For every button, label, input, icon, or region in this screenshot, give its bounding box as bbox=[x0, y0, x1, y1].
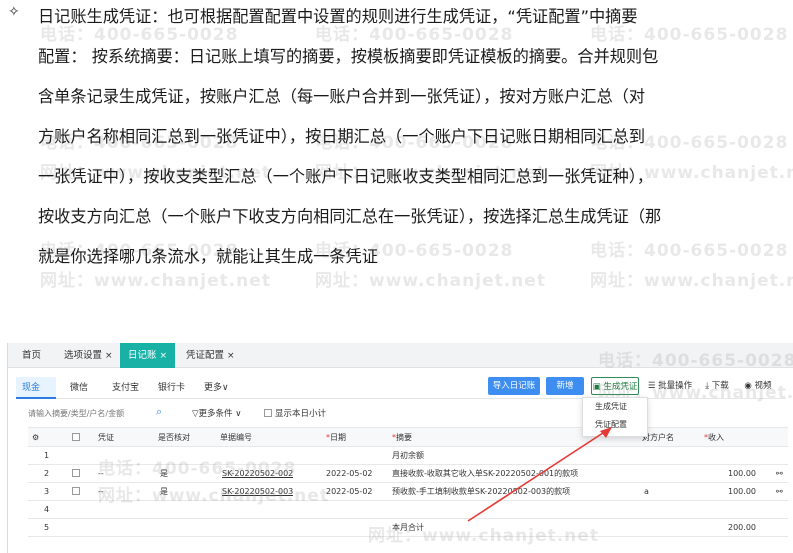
paragraph-line: 按收支方向汇总（一个账户下收支方向相同汇总在一张凭证），按选择汇总生成凭证（那 bbox=[38, 207, 662, 226]
column-header-date[interactable]: *日期 bbox=[326, 428, 346, 446]
row-checkbox[interactable] bbox=[72, 465, 83, 482]
tab-options[interactable]: 选项设置 × bbox=[56, 343, 121, 368]
more-conditions-label: 更多条件 ∨ bbox=[198, 409, 242, 419]
paragraph-line: 就是你选择哪几条流水，就能让其生成一条凭证 bbox=[38, 247, 378, 266]
close-icon[interactable]: × bbox=[227, 351, 235, 361]
column-header-voucher[interactable]: 凭证 bbox=[98, 428, 114, 446]
summary-cell: 月初余额 bbox=[392, 451, 424, 460]
bullet-icon: ✧ bbox=[8, 4, 20, 20]
import-journal-button[interactable]: 导入日记账 bbox=[488, 377, 540, 395]
row-checkbox[interactable] bbox=[72, 483, 83, 500]
description-paragraph: ✧ 日记账生成凭证：也可根据配置配置中设置的规则进行生成凭证，“凭证配置”中摘要… bbox=[8, 2, 788, 282]
income-cell: 200.00 bbox=[728, 523, 756, 532]
row-number: 4 bbox=[44, 505, 50, 514]
subtab-wechat[interactable]: 微信 bbox=[64, 377, 94, 399]
close-icon[interactable]: × bbox=[105, 351, 113, 361]
journal-app-screenshot: 首页 选项设置 × 日记账 × 凭证配置 × 现金 微信 支付宝 银行卡 更多∨ 导入… bbox=[7, 343, 793, 553]
watermark-phone: 电话：400-665-0028 bbox=[598, 351, 793, 371]
watermark-site: 网址：www.chanjet.net bbox=[368, 526, 599, 546]
close-icon[interactable]: × bbox=[160, 351, 168, 361]
tab-voucher-config[interactable]: 凭证配置 × bbox=[178, 343, 243, 368]
column-header-checked[interactable]: 是否核对 bbox=[158, 428, 190, 446]
link-icon[interactable]: ⚯ bbox=[776, 483, 783, 500]
income-cell: 100.00 bbox=[728, 469, 756, 478]
show-subtotal-checkbox[interactable]: 显示本日小计 bbox=[264, 407, 326, 419]
row-number: 1 bbox=[44, 451, 50, 460]
summary-cell: 直接收款-收取其它收入单SK-20220502-001的款项 bbox=[392, 469, 579, 478]
row-number: 5 bbox=[44, 523, 50, 532]
tab-label: 首页 bbox=[22, 350, 42, 361]
column-header-label: 收入 bbox=[708, 433, 724, 442]
tab-label: 选项设置 bbox=[64, 350, 103, 361]
checkbox-icon bbox=[72, 433, 80, 441]
link-icon[interactable]: ⚯ bbox=[776, 465, 783, 482]
paragraph-line: 日记账生成凭证：也可根据配置配置中设置的规则进行生成凭证，“凭证配置”中摘要 bbox=[38, 7, 638, 26]
column-header-doc-no[interactable]: 单据编号 bbox=[220, 428, 252, 446]
tab-journal[interactable]: 日记账 × bbox=[120, 343, 176, 368]
checkbox-icon bbox=[72, 487, 80, 495]
column-header-summary[interactable]: *摘要 bbox=[392, 428, 412, 446]
add-button[interactable]: 新增 bbox=[546, 377, 584, 395]
subtab-alipay[interactable]: 支付宝 bbox=[106, 377, 145, 399]
menu-item-generate-voucher[interactable]: 生成凭证 bbox=[583, 398, 647, 416]
paragraph-line: 配置： 按系统摘要：日记账上填写的摘要，按模板摘要即凭证模板的摘要。合并规则包 bbox=[38, 47, 659, 66]
tab-label: 日记账 bbox=[128, 350, 157, 361]
row-number: 3 bbox=[44, 487, 50, 496]
income-cell: 100.00 bbox=[728, 487, 756, 496]
subtab-cash[interactable]: 现金 bbox=[16, 377, 56, 399]
checkbox-icon bbox=[264, 409, 272, 417]
row-number: 2 bbox=[44, 469, 50, 478]
party-cell: a bbox=[644, 487, 649, 496]
tab-label: 凭证配置 bbox=[186, 350, 225, 361]
paragraph-line: 一张凭证中），按收支类型汇总（一个账户下日记账收支类型相同汇总到一张凭证种）， bbox=[38, 167, 654, 186]
table-header: ⚙ 凭证 是否核对 单据编号 *日期 *摘要 对方户名 *收入 bbox=[28, 427, 788, 447]
checkbox-icon bbox=[72, 469, 80, 477]
subtab-bankcard[interactable]: 银行卡 bbox=[152, 377, 191, 399]
watermark-phone: 电话：400-665-0028 bbox=[98, 459, 297, 479]
paragraph-line: 方账户名称相同汇总到一张凭证中），按日期汇总（一个账户下日记账日期相同汇总到 bbox=[38, 127, 646, 146]
search-icon[interactable]: ⌕ bbox=[156, 405, 162, 419]
generate-voucher-dropdown: 生成凭证 凭证配置 bbox=[582, 397, 648, 437]
search-input[interactable] bbox=[28, 405, 168, 421]
tab-home[interactable]: 首页 bbox=[14, 343, 49, 368]
summary-cell: 预收款-手工填制收款单SK-20220502-003的款项 bbox=[392, 487, 571, 496]
menu-item-voucher-config[interactable]: 凭证配置 bbox=[583, 416, 647, 434]
filter-bar: ⌕ ▽更多条件 ∨ 显示本日小计 bbox=[28, 405, 788, 423]
column-header-income[interactable]: *收入 bbox=[704, 428, 724, 446]
select-all-checkbox[interactable] bbox=[72, 428, 83, 446]
paragraph-line: 含单条记录生成凭证，按账户汇总（每一账户合并到一张凭证），按对方账户汇总（对 bbox=[38, 87, 646, 106]
settings-icon[interactable]: ⚙ bbox=[32, 428, 39, 446]
date-cell: 2022-05-02 bbox=[326, 487, 373, 496]
column-header-label: 日期 bbox=[330, 433, 346, 442]
watermark-site: 网址：www.chanjet.net bbox=[98, 486, 329, 506]
column-header-label: 摘要 bbox=[396, 433, 412, 442]
more-conditions-button[interactable]: ▽更多条件 ∨ bbox=[192, 407, 241, 419]
subtab-more[interactable]: 更多∨ bbox=[198, 377, 235, 399]
date-cell: 2022-05-02 bbox=[326, 469, 373, 478]
show-subtotal-label: 显示本日小计 bbox=[275, 409, 327, 419]
